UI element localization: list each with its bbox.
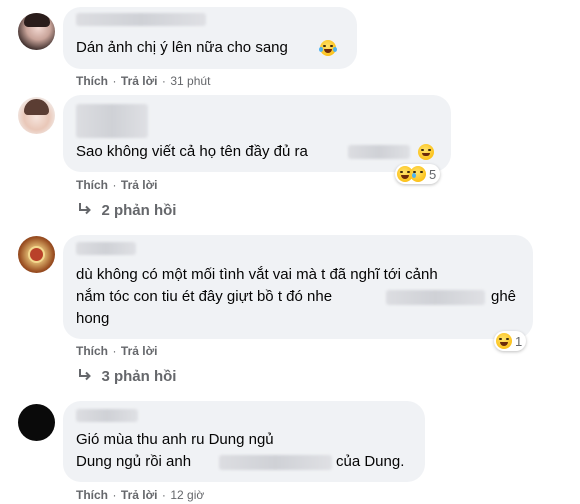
- comment-timestamp[interactable]: 12 giờ: [170, 488, 204, 502]
- reply-arrow-icon: [79, 203, 91, 215]
- laugh-emoji-icon: [319, 40, 337, 56]
- comment-text: Dán ảnh chị ý lên nữa cho sang: [76, 39, 288, 56]
- comment-actions: Thích · Trả lời: [76, 176, 157, 194]
- reply-arrow-icon: [79, 369, 91, 381]
- redacted-name: [348, 145, 410, 159]
- view-replies-link[interactable]: 3 phản hồi: [77, 368, 176, 386]
- view-replies-link[interactable]: 2 phản hồi: [77, 202, 176, 220]
- replies-count-label[interactable]: 2 phản hồi: [101, 202, 176, 219]
- reaction-count: 5: [429, 166, 437, 182]
- comment-text-line: dù không có một mối tình vắt vai mà t đã…: [76, 266, 438, 283]
- comment-bubble: Gió mùa thu anh ru Dung ngủ Dung ngủ rồi…: [63, 401, 425, 482]
- reaction-summary[interactable]: 1: [494, 331, 527, 351]
- comment-text-line: Dung ngủ rồi anh: [76, 453, 192, 470]
- redacted-name: [386, 290, 485, 305]
- separator: ·: [112, 344, 117, 358]
- redacted-name: [219, 455, 332, 470]
- like-link[interactable]: Thích: [76, 74, 108, 88]
- commenter-avatar[interactable]: [18, 97, 55, 134]
- redacted-username: [76, 13, 206, 26]
- grin-emoji-icon: [418, 144, 434, 160]
- separator: ·: [112, 178, 117, 192]
- comment-timestamp[interactable]: 31 phút: [170, 74, 210, 88]
- commenter-avatar[interactable]: [18, 13, 55, 50]
- reaction-summary[interactable]: 5: [395, 164, 441, 184]
- commenter-avatar[interactable]: [18, 404, 55, 441]
- comment-actions: Thích · Trả lời · 12 giờ: [76, 486, 204, 504]
- laugh-emoji-icon: [496, 333, 512, 349]
- redacted-username: [76, 242, 136, 255]
- redacted-username: [76, 409, 138, 422]
- separator: ·: [112, 488, 117, 502]
- reply-link[interactable]: Trả lời: [121, 178, 158, 192]
- separator: ·: [112, 74, 117, 88]
- like-link[interactable]: Thích: [76, 488, 108, 502]
- comment-bubble: Sao không viết cả họ tên đầy đủ ra: [63, 95, 451, 172]
- sad-emoji-icon: [410, 166, 426, 182]
- reply-link[interactable]: Trả lời: [121, 344, 158, 358]
- separator: ·: [161, 74, 166, 88]
- comment-text: Sao không viết cả họ tên đầy đủ ra: [76, 143, 308, 160]
- comment-text-line: Gió mùa thu anh ru Dung ngủ: [76, 431, 274, 448]
- like-link[interactable]: Thích: [76, 344, 108, 358]
- reaction-count: 1: [515, 333, 523, 349]
- comment-text-line: ghê: [491, 288, 517, 305]
- comment-bubble: dù không có một mối tình vắt vai mà t đã…: [63, 235, 533, 339]
- comment-text-line: của Dung.: [336, 453, 405, 470]
- comment-text-line: hong: [76, 310, 110, 327]
- comment-actions: Thích · Trả lời · 31 phút: [76, 72, 210, 90]
- reply-link[interactable]: Trả lời: [121, 488, 158, 502]
- commenter-avatar[interactable]: [18, 236, 55, 273]
- comment-text-line: nắm tóc con tiu ét đây giựt bồ t đó nhe: [76, 288, 333, 305]
- separator: ·: [161, 488, 166, 502]
- comment-actions: Thích · Trả lời: [76, 342, 157, 360]
- redacted-username: [76, 104, 148, 138]
- like-link[interactable]: Thích: [76, 178, 108, 192]
- comment-bubble: Dán ảnh chị ý lên nữa cho sang: [63, 7, 357, 69]
- replies-count-label[interactable]: 3 phản hồi: [101, 368, 176, 385]
- reply-link[interactable]: Trả lời: [121, 74, 158, 88]
